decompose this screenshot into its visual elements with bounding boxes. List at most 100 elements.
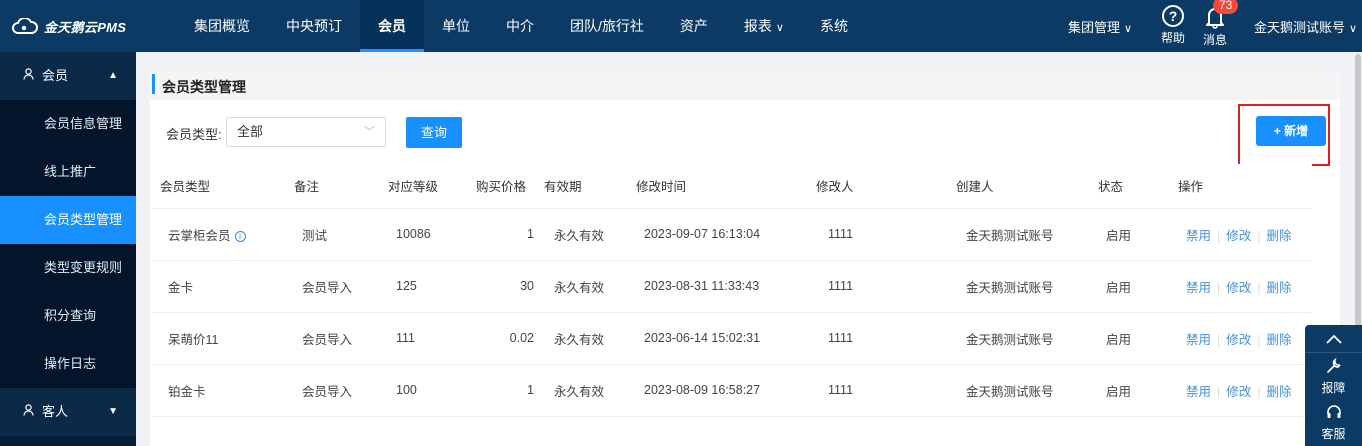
- cell-modifier: 1111: [816, 260, 956, 313]
- cell-creator: 金天鹅测试账号: [956, 312, 1098, 365]
- group-management-label: 集团管理: [1068, 20, 1121, 35]
- messages-button[interactable]: 73 消息: [1200, 0, 1239, 48]
- chevron-down-icon: ▼: [108, 406, 118, 417]
- delete-link[interactable]: 删除: [1267, 229, 1292, 243]
- info-icon[interactable]: i: [234, 230, 246, 242]
- member-type-select[interactable]: 全部 ﹀: [226, 117, 386, 147]
- edit-link[interactable]: 修改: [1226, 385, 1251, 399]
- cell-level: 10086: [382, 208, 476, 261]
- nav-assets[interactable]: 资产: [662, 0, 726, 52]
- chevron-down-icon: ∨: [775, 22, 784, 34]
- cell-type: 金卡: [152, 260, 286, 313]
- edit-link[interactable]: 修改: [1226, 333, 1251, 347]
- cell-type: 铂金卡: [152, 364, 286, 417]
- disable-link[interactable]: 禁用: [1186, 229, 1211, 243]
- report-issue-button[interactable]: 报障: [1305, 353, 1362, 399]
- delete-link[interactable]: 删除: [1267, 385, 1292, 399]
- cell-validity: 永久有效: [538, 208, 636, 261]
- account-name: 金天鹅测试账号: [1254, 20, 1346, 35]
- cell-creator: 金天鹅测试账号: [956, 260, 1098, 313]
- sidebar-item-operation-log[interactable]: 操作日志: [0, 340, 136, 388]
- member-type-table: 会员类型 备注 对应等级 购买价格 有效期 修改时间 修改人 创建人 状态 操作…: [152, 164, 1312, 417]
- cell-price: 0.02: [476, 312, 538, 365]
- divider: |: [1257, 228, 1261, 243]
- cell-actions: 禁用 | 修改 | 删除: [1162, 364, 1312, 417]
- query-button[interactable]: 查询: [406, 117, 462, 148]
- cell-modified-time: 2023-06-14 15:02:31: [636, 312, 816, 365]
- col-validity: 有效期: [538, 164, 636, 209]
- nav-agent[interactable]: 中介: [488, 0, 552, 52]
- cell-actions: 禁用 | 修改 | 删除: [1162, 208, 1312, 261]
- cell-actions: 禁用 | 修改 | 删除: [1162, 260, 1312, 313]
- sidebar-item-member-info[interactable]: 会员信息管理: [0, 100, 136, 148]
- divider: |: [1257, 332, 1261, 347]
- sidebar-group-member-label: 会员: [42, 68, 69, 83]
- top-bar: 金天鹅云PMS 集团概览 中央预订 会员 单位 中介 团队/旅行社 资产 报表 ∨…: [0, 0, 1362, 52]
- nav-reports[interactable]: 报表 ∨: [726, 0, 802, 52]
- col-member-type: 会员类型: [152, 164, 286, 209]
- disable-link[interactable]: 禁用: [1186, 333, 1211, 347]
- customer-service-label: 客服: [1321, 427, 1346, 441]
- nav-group-travel[interactable]: 团队/旅行社: [552, 0, 662, 52]
- sidebar-item-type-change-rules[interactable]: 类型变更规则: [0, 244, 136, 292]
- headset-icon: [1305, 404, 1362, 425]
- cell-modifier: 1111: [816, 312, 956, 365]
- help-icon: ?: [1162, 5, 1184, 27]
- chevron-down-icon: ∨: [1349, 23, 1358, 35]
- cell-note: 测试: [286, 208, 382, 261]
- member-type-panel: 会员类型管理 会员类型: 全部 ﹀ 查询 + 新增 会员类型 备注 对应等级 购…: [150, 72, 1340, 446]
- sidebar-item-points-query[interactable]: 积分查询: [0, 292, 136, 340]
- nav-reports-label: 报表: [743, 18, 772, 34]
- divider: |: [1217, 384, 1221, 399]
- main-content: 会员类型管理 会员类型: 全部 ﹀ 查询 + 新增 会员类型 备注 对应等级 购…: [136, 52, 1362, 446]
- sidebar-group-member[interactable]: 会员 ▲: [0, 52, 136, 100]
- nav-central-booking[interactable]: 中央预订: [268, 0, 360, 52]
- cell-type: 云掌柜会员 i: [152, 208, 286, 261]
- user-icon: [22, 53, 34, 101]
- sidebar-item-online-promotion[interactable]: 线上推广: [0, 148, 136, 196]
- table-header-row: 会员类型 备注 对应等级 购买价格 有效期 修改时间 修改人 创建人 状态 操作: [152, 164, 1312, 209]
- disable-link[interactable]: 禁用: [1186, 385, 1211, 399]
- cell-level: 111: [382, 312, 476, 365]
- col-modified-time: 修改时间: [636, 164, 816, 209]
- col-level: 对应等级: [382, 164, 476, 209]
- edit-link[interactable]: 修改: [1226, 229, 1251, 243]
- table-row: 云掌柜会员 i 测试 10086 1 永久有效 2023-09-07 16:13:…: [152, 208, 1312, 261]
- cell-level: 125: [382, 260, 476, 313]
- delete-link[interactable]: 删除: [1267, 333, 1292, 347]
- edit-link[interactable]: 修改: [1226, 281, 1251, 295]
- cell-note: 会员导入: [286, 364, 382, 417]
- cell-status: 启用: [1098, 208, 1162, 261]
- nav-group-overview[interactable]: 集团概览: [176, 0, 268, 52]
- scroll-top-button[interactable]: [1305, 325, 1362, 353]
- floating-toolbar: 报障 客服: [1305, 325, 1362, 446]
- group-management-menu[interactable]: 集团管理 ∨: [1068, 17, 1132, 36]
- help-button[interactable]: ? 帮助: [1158, 5, 1188, 46]
- cell-price: 30: [476, 260, 538, 313]
- nav-member[interactable]: 会员: [360, 0, 424, 52]
- member-type-select-value: 全部: [237, 124, 264, 139]
- user-icon: [22, 389, 34, 437]
- cell-modified-time: 2023-08-09 16:58:27: [636, 364, 816, 417]
- account-menu[interactable]: 金天鹅测试账号 ∨: [1254, 17, 1357, 36]
- customer-service-button[interactable]: 客服: [1305, 399, 1362, 445]
- chevron-up-icon: ▲: [108, 70, 118, 81]
- sidebar-item-member-type[interactable]: 会员类型管理: [0, 196, 136, 244]
- wrench-icon: [1305, 357, 1362, 379]
- logo-text: 金天鹅云PMS: [44, 19, 127, 35]
- delete-link[interactable]: 删除: [1267, 281, 1292, 295]
- table-row: 铂金卡 会员导入 100 1 永久有效 2023-08-09 16:58:27 …: [152, 364, 1312, 417]
- cell-creator: 金天鹅测试账号: [956, 364, 1098, 417]
- disable-link[interactable]: 禁用: [1186, 281, 1211, 295]
- cell-level: 100: [382, 364, 476, 417]
- cell-note: 会员导入: [286, 312, 382, 365]
- app-logo[interactable]: 金天鹅云PMS: [12, 14, 126, 38]
- col-modifier: 修改人: [816, 164, 956, 209]
- scrollbar-thumb[interactable]: [1355, 54, 1361, 354]
- sidebar-group-guest[interactable]: 客人 ▼: [0, 388, 136, 436]
- title-accent-bar: [152, 74, 155, 94]
- nav-system[interactable]: 系统: [802, 0, 866, 52]
- help-label: 帮助: [1160, 31, 1185, 45]
- page-title: 会员类型管理: [162, 79, 246, 95]
- nav-company[interactable]: 单位: [424, 0, 488, 52]
